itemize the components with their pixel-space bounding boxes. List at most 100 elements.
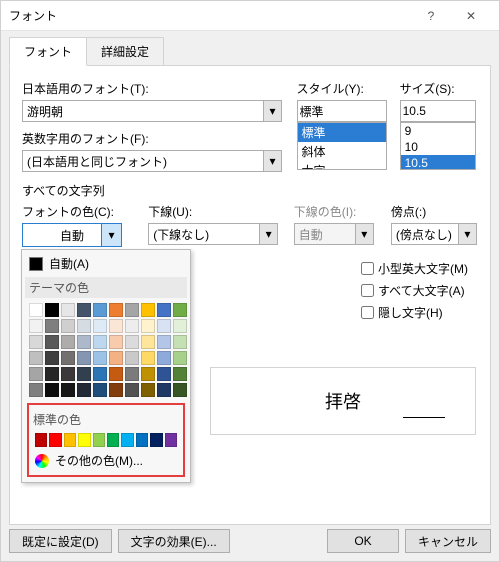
color-swatch[interactable]	[109, 303, 123, 317]
color-swatch[interactable]	[29, 303, 43, 317]
color-swatch[interactable]	[125, 367, 139, 381]
color-swatch[interactable]	[78, 433, 90, 447]
color-swatch[interactable]	[125, 335, 139, 349]
preview-underline	[403, 417, 445, 418]
color-swatch[interactable]	[93, 335, 107, 349]
color-swatch[interactable]	[77, 319, 91, 333]
color-swatch[interactable]	[45, 383, 59, 397]
color-swatch[interactable]	[29, 367, 43, 381]
color-swatch[interactable]	[141, 335, 155, 349]
cancel-button[interactable]: キャンセル	[405, 529, 491, 553]
color-swatch[interactable]	[77, 335, 91, 349]
color-swatch[interactable]	[45, 351, 59, 365]
color-swatch[interactable]	[93, 367, 107, 381]
color-swatch[interactable]	[77, 351, 91, 365]
color-swatch[interactable]	[173, 335, 187, 349]
tab-advanced[interactable]: 詳細設定	[86, 37, 164, 66]
color-swatch[interactable]	[157, 335, 171, 349]
font-color-dropdown[interactable]: 自動 ▾	[22, 223, 122, 247]
color-swatch[interactable]	[93, 303, 107, 317]
color-swatch[interactable]	[141, 351, 155, 365]
style-listbox[interactable]: 標準斜体太字	[297, 122, 387, 170]
color-swatch[interactable]	[173, 351, 187, 365]
color-swatch[interactable]	[173, 383, 187, 397]
ok-button[interactable]: OK	[327, 529, 399, 553]
color-swatch[interactable]	[109, 367, 123, 381]
color-swatch[interactable]	[77, 303, 91, 317]
color-swatch[interactable]	[141, 383, 155, 397]
color-swatch[interactable]	[49, 433, 61, 447]
color-swatch[interactable]	[61, 367, 75, 381]
color-swatch[interactable]	[121, 433, 133, 447]
color-swatch[interactable]	[35, 433, 47, 447]
all-caps-checkbox[interactable]	[361, 284, 374, 297]
color-swatch[interactable]	[61, 383, 75, 397]
color-swatch[interactable]	[45, 367, 59, 381]
color-swatch[interactable]	[109, 319, 123, 333]
color-swatch[interactable]	[29, 351, 43, 365]
color-swatch[interactable]	[45, 335, 59, 349]
color-swatch[interactable]	[125, 351, 139, 365]
color-swatch[interactable]	[29, 335, 43, 349]
color-swatch[interactable]	[109, 335, 123, 349]
color-swatch[interactable]	[157, 367, 171, 381]
color-swatch[interactable]	[136, 433, 148, 447]
color-swatch[interactable]	[125, 303, 139, 317]
color-swatch[interactable]	[61, 351, 75, 365]
size-input[interactable]	[400, 100, 476, 122]
color-swatch[interactable]	[125, 319, 139, 333]
color-swatch[interactable]	[157, 351, 171, 365]
color-swatch[interactable]	[61, 335, 75, 349]
color-swatch[interactable]	[109, 351, 123, 365]
color-swatch[interactable]	[93, 433, 105, 447]
color-swatch[interactable]	[141, 319, 155, 333]
size-option[interactable]: 10.5	[401, 155, 475, 170]
color-swatch[interactable]	[93, 383, 107, 397]
color-swatch[interactable]	[64, 433, 76, 447]
color-swatch[interactable]	[157, 383, 171, 397]
tab-font[interactable]: フォント	[9, 37, 87, 66]
color-swatch[interactable]	[77, 367, 91, 381]
color-swatch[interactable]	[173, 319, 187, 333]
set-default-button[interactable]: 既定に設定(D)	[9, 529, 112, 553]
color-swatch[interactable]	[141, 303, 155, 317]
font-color-popup: 自動(A) テーマの色 標準の色 その他の色(M)...	[21, 249, 191, 483]
size-listbox[interactable]: 91010.5	[400, 122, 476, 170]
style-option[interactable]: 太字	[298, 161, 386, 170]
size-option[interactable]: 9	[401, 123, 475, 139]
small-caps-checkbox[interactable]	[361, 262, 374, 275]
color-swatch[interactable]	[157, 319, 171, 333]
color-swatch[interactable]	[29, 319, 43, 333]
color-swatch[interactable]	[45, 319, 59, 333]
color-swatch[interactable]	[29, 383, 43, 397]
color-swatch[interactable]	[45, 303, 59, 317]
underline-combo[interactable]: (下線なし) ▾	[148, 223, 278, 245]
hidden-checkbox[interactable]	[361, 306, 374, 319]
color-swatch[interactable]	[173, 367, 187, 381]
color-swatch[interactable]	[107, 433, 119, 447]
style-option[interactable]: 斜体	[298, 142, 386, 161]
jp-font-combo[interactable]: 游明朝 ▾	[22, 100, 282, 122]
more-colors-item[interactable]: その他の色(M)...	[31, 449, 181, 472]
color-swatch[interactable]	[109, 383, 123, 397]
color-swatch[interactable]	[125, 383, 139, 397]
text-effects-button[interactable]: 文字の効果(E)...	[118, 529, 230, 553]
auto-color-item[interactable]: 自動(A)	[25, 253, 187, 274]
color-swatch[interactable]	[157, 303, 171, 317]
color-swatch[interactable]	[61, 303, 75, 317]
style-option[interactable]: 標準	[298, 123, 386, 142]
en-font-combo[interactable]: (日本語用と同じフォント) ▾	[22, 150, 282, 172]
emphasis-combo[interactable]: (傍点なし) ▾	[391, 223, 477, 245]
close-button[interactable]: ✕	[451, 2, 491, 30]
color-swatch[interactable]	[61, 319, 75, 333]
color-swatch[interactable]	[165, 433, 177, 447]
size-option[interactable]: 10	[401, 139, 475, 155]
help-button[interactable]: ?	[411, 2, 451, 30]
color-swatch[interactable]	[173, 303, 187, 317]
color-swatch[interactable]	[150, 433, 162, 447]
color-swatch[interactable]	[93, 351, 107, 365]
color-swatch[interactable]	[77, 383, 91, 397]
color-swatch[interactable]	[141, 367, 155, 381]
style-input[interactable]	[297, 100, 387, 122]
color-swatch[interactable]	[93, 319, 107, 333]
